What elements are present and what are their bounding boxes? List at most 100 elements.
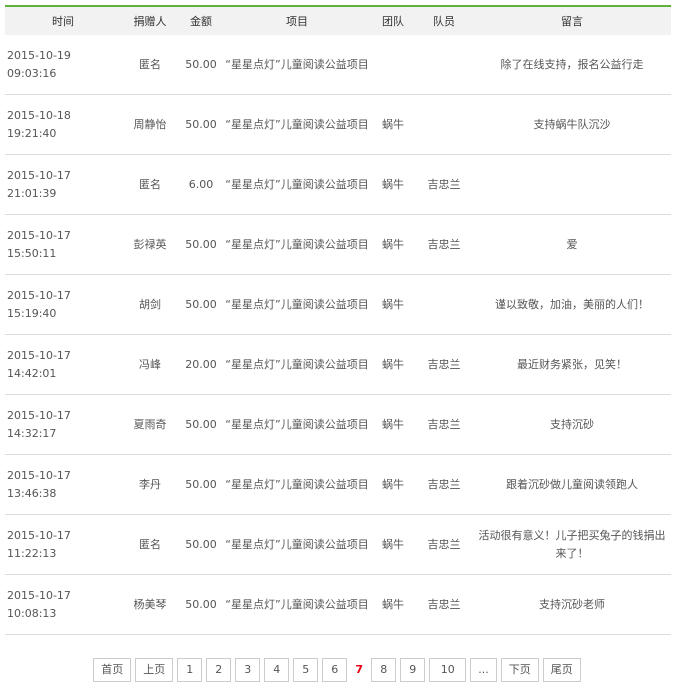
prev-page-button[interactable]: 上页	[135, 658, 174, 682]
cell-project: “星星点灯”儿童阅读公益项目	[223, 334, 371, 395]
cell-amount: 50.00	[179, 454, 223, 515]
cell-team: 蜗牛	[371, 94, 415, 155]
header-message: 留言	[473, 7, 671, 35]
cell-amount: 20.00	[179, 334, 223, 395]
table-row: 2015-10-18 19:21:40 周静怡 50.00 “星星点灯”儿童阅读…	[5, 94, 671, 155]
page-4-button[interactable]: 4	[264, 658, 290, 682]
page-9-button[interactable]: 9	[400, 658, 426, 682]
pagination: 首页 上页 1 2 3 4 5 6 7 8 9 10 ... 下页 尾页	[0, 658, 674, 682]
next-page-button[interactable]: 下页	[500, 658, 539, 682]
page-3-button[interactable]: 3	[235, 658, 261, 682]
cell-team: 蜗牛	[371, 214, 415, 275]
cell-member: 吉忠兰	[415, 454, 473, 515]
cell-message: 活动很有意义！儿子把买兔子的钱捐出来了！	[473, 514, 671, 575]
cell-donor: 匿名	[121, 514, 179, 575]
cell-member	[415, 35, 473, 95]
cell-member: 吉忠兰	[415, 334, 473, 395]
cell-time: 2015-10-17 14:42:01	[5, 334, 121, 395]
cell-project: “星星点灯”儿童阅读公益项目	[223, 574, 371, 635]
table-row: 2015-10-17 10:08:13 杨美琴 50.00 “星星点灯”儿童阅读…	[5, 574, 671, 635]
page-10-button[interactable]: 10	[429, 658, 467, 682]
cell-message: 最近财务紧张，见笑！	[473, 334, 671, 395]
header-donor: 捐赠人	[121, 7, 179, 35]
cell-member: 吉忠兰	[415, 574, 473, 635]
page-1-button[interactable]: 1	[177, 658, 203, 682]
cell-team: 蜗牛	[371, 454, 415, 515]
cell-member: 吉忠兰	[415, 214, 473, 275]
table-row: 2015-10-17 13:46:38 李丹 50.00 “星星点灯”儿童阅读公…	[5, 454, 671, 515]
table-row: 2015-10-17 11:22:13 匿名 50.00 “星星点灯”儿童阅读公…	[5, 514, 671, 575]
cell-project: “星星点灯”儿童阅读公益项目	[223, 514, 371, 575]
current-page-indicator: 7	[355, 663, 364, 676]
cell-team: 蜗牛	[371, 394, 415, 455]
cell-donor: 胡剑	[121, 274, 179, 335]
header-team: 团队	[371, 7, 415, 35]
cell-amount: 6.00	[179, 154, 223, 215]
header-amount: 金额	[179, 7, 223, 35]
cell-time: 2015-10-19 09:03:16	[5, 35, 121, 95]
cell-message: 爱	[473, 214, 671, 275]
cell-donor: 匿名	[121, 154, 179, 215]
cell-team: 蜗牛	[371, 154, 415, 215]
cell-amount: 50.00	[179, 574, 223, 635]
cell-donor: 周静怡	[121, 94, 179, 155]
cell-donor: 彭禄英	[121, 214, 179, 275]
donation-table-container: 时间 捐赠人 金额 项目 团队 队员 留言 2015-10-19 09:03:1…	[5, 5, 671, 635]
cell-amount: 50.00	[179, 274, 223, 335]
cell-amount: 50.00	[179, 394, 223, 455]
cell-member: 吉忠兰	[415, 514, 473, 575]
pagination-ellipsis: ...	[470, 658, 497, 682]
page-8-button[interactable]: 8	[371, 658, 397, 682]
table-row: 2015-10-17 21:01:39 匿名 6.00 “星星点灯”儿童阅读公益…	[5, 154, 671, 215]
table-row: 2015-10-19 09:03:16 匿名 50.00 “星星点灯”儿童阅读公…	[5, 35, 671, 95]
cell-team: 蜗牛	[371, 574, 415, 635]
cell-message: 支持蜗牛队沉沙	[473, 94, 671, 155]
cell-team: 蜗牛	[371, 334, 415, 395]
cell-project: “星星点灯”儿童阅读公益项目	[223, 214, 371, 275]
cell-message: 支持沉砂老师	[473, 574, 671, 635]
cell-message	[473, 154, 671, 215]
cell-project: “星星点灯”儿童阅读公益项目	[223, 94, 371, 155]
cell-donor: 夏雨奇	[121, 394, 179, 455]
page-2-button[interactable]: 2	[206, 658, 232, 682]
cell-time: 2015-10-17 13:46:38	[5, 454, 121, 515]
cell-amount: 50.00	[179, 214, 223, 275]
cell-time: 2015-10-17 15:19:40	[5, 274, 121, 335]
header-member: 队员	[415, 7, 473, 35]
cell-team	[371, 35, 415, 95]
cell-member: 吉忠兰	[415, 394, 473, 455]
cell-message: 谨以致敬，加油，美丽的人们！	[473, 274, 671, 335]
cell-donor: 杨美琴	[121, 574, 179, 635]
cell-time: 2015-10-17 10:08:13	[5, 574, 121, 635]
cell-project: “星星点灯”儿童阅读公益项目	[223, 154, 371, 215]
cell-team: 蜗牛	[371, 274, 415, 335]
cell-team: 蜗牛	[371, 514, 415, 575]
cell-project: “星星点灯”儿童阅读公益项目	[223, 454, 371, 515]
cell-donor: 匿名	[121, 35, 179, 95]
table-row: 2015-10-17 14:42:01 冯峰 20.00 “星星点灯”儿童阅读公…	[5, 334, 671, 395]
first-page-button[interactable]: 首页	[93, 658, 132, 682]
cell-donor: 李丹	[121, 454, 179, 515]
cell-project: “星星点灯”儿童阅读公益项目	[223, 35, 371, 95]
cell-time: 2015-10-17 15:50:11	[5, 214, 121, 275]
cell-message: 跟着沉砂做儿童阅读领跑人	[473, 454, 671, 515]
cell-time: 2015-10-18 19:21:40	[5, 94, 121, 155]
table-header-row: 时间 捐赠人 金额 项目 团队 队员 留言	[5, 7, 671, 35]
donation-table: 时间 捐赠人 金额 项目 团队 队员 留言 2015-10-19 09:03:1…	[5, 7, 671, 635]
header-time: 时间	[5, 7, 121, 35]
cell-member: 吉忠兰	[415, 154, 473, 215]
table-row: 2015-10-17 15:50:11 彭禄英 50.00 “星星点灯”儿童阅读…	[5, 214, 671, 275]
last-page-button[interactable]: 尾页	[542, 658, 581, 682]
cell-project: “星星点灯”儿童阅读公益项目	[223, 274, 371, 335]
cell-time: 2015-10-17 21:01:39	[5, 154, 121, 215]
page-5-button[interactable]: 5	[293, 658, 319, 682]
cell-member	[415, 94, 473, 155]
page-6-button[interactable]: 6	[322, 658, 348, 682]
header-project: 项目	[223, 7, 371, 35]
cell-amount: 50.00	[179, 514, 223, 575]
cell-message: 支持沉砂	[473, 394, 671, 455]
cell-amount: 50.00	[179, 35, 223, 95]
cell-member	[415, 274, 473, 335]
cell-project: “星星点灯”儿童阅读公益项目	[223, 394, 371, 455]
cell-donor: 冯峰	[121, 334, 179, 395]
